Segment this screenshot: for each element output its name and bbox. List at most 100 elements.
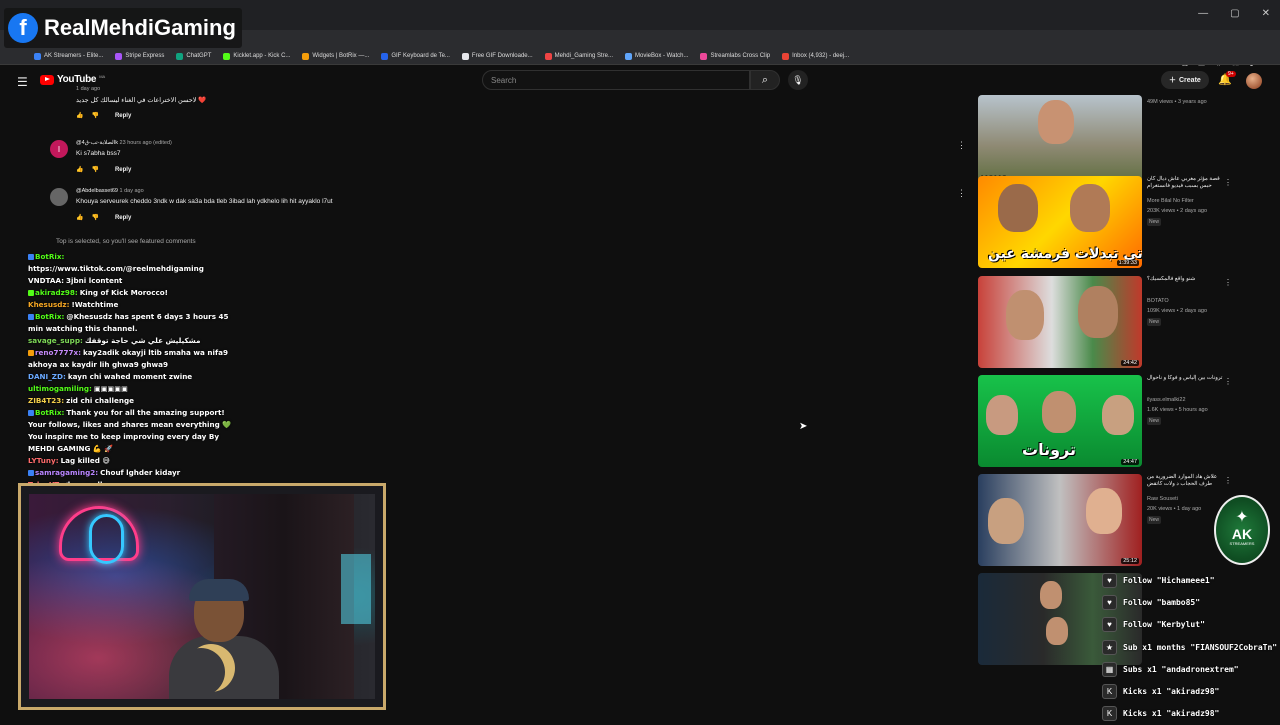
like-icon[interactable]: 👍 [76,214,83,221]
bookmark-item[interactable]: Kicklet.app - Kick C... [223,52,291,60]
more-options-icon[interactable]: ⋮ [1224,178,1232,187]
reply-button[interactable]: Reply [115,215,131,221]
chat-text: https://www.tiktok.com/@reelmehdigaming [28,264,204,273]
avatar[interactable]: I [50,140,68,158]
comment-author-name[interactable]: @الصلابة-تب-ق4k [76,140,118,146]
video-channel[interactable]: Raw Souseti [1147,496,1178,502]
video-title[interactable]: شنو واقع فالمكسيك؟ [1147,276,1227,283]
chat-username: DANI_ZD: [28,372,66,381]
chat-text: kayn chi wahed moment zwine [67,372,193,381]
bookmark-item[interactable]: AK Streamers - Elite... [34,52,103,60]
video-thumbnail[interactable]: 25:12 [978,474,1142,566]
bookmark-item[interactable]: Free GIF Downloade... [461,52,533,60]
video-thumbnail[interactable]: vevo3:14 [978,95,1142,187]
video-channel[interactable]: ilyass.elmalki22 [1147,397,1186,403]
facebook-icon: f [8,13,38,43]
more-options-icon[interactable]: ⋮ [1224,476,1232,485]
bookmark-favicon-icon [223,52,231,60]
video-title[interactable]: ترونات بين إلياس و فوكا و ناحوال [1147,375,1227,382]
chat-message: DANI_ZD: kayn chi wahed moment zwine [28,371,238,383]
voice-search-button[interactable]: 🎙 [788,70,808,90]
video-thumbnail[interactable]: 24:42 [978,276,1142,368]
alert-text: Kicks x1 "akiradz98" [1123,709,1220,719]
chat-message: akiradz98: King of Kick Morocco! [28,287,238,299]
reply-button[interactable]: Reply [115,113,131,119]
reply-button[interactable]: Reply [115,167,131,173]
alert-item: ▦ Subs x1 "andadronextrem" [1102,658,1280,680]
video-channel[interactable]: More Bilal No Filter [1147,198,1194,204]
chat-text: مشكيليش علي شي حاجة توقفك [84,336,201,345]
star-icon: ★ [1102,639,1117,655]
bookmark-item[interactable]: Inbox (4,932) - deej... [782,52,849,60]
chat-message: ultimogamiling: ▣▣▣▣▣ [28,383,238,395]
bookmark-label: GIF Keyboard de Te... [391,53,450,59]
chat-message: BotRix: [28,251,238,263]
chat-message: ZIB4T23: zid chi challenge [28,395,238,407]
more-options-icon[interactable]: ⋮ [957,188,966,199]
thumbnail-face [1042,391,1076,433]
more-options-icon[interactable]: ⋮ [1224,278,1232,287]
bookmark-item[interactable]: Mehdi_Gaming Stre... [544,52,613,60]
monitor-glow [341,554,371,624]
create-button[interactable]: ＋ Create [1161,71,1209,89]
chat-username: reno7777x: [35,348,81,357]
comment-time: 23 hours ago (edited) [118,140,172,146]
bookmark-label: Free GIF Downloade... [471,53,533,59]
avatar[interactable] [1246,73,1262,89]
chat-username: BotRix: [35,312,65,321]
chat-username: BotRix: [35,408,65,417]
thumbnail-face [998,184,1038,232]
create-label: Create [1179,76,1201,84]
menu-icon[interactable]: ☰ [17,75,28,89]
bookmark-label: Stripe Express [125,53,165,59]
alert-item: K Kicks x1 "akiradz98" [1102,680,1280,702]
bookmark-item[interactable]: Stripe Express [115,52,165,60]
like-icon[interactable]: 👍 [76,112,83,119]
alert-text: Sub x1 months "FIANSOUF2CobraTn" [1123,642,1278,652]
dislike-icon[interactable]: 👎 [91,214,98,221]
bookmark-item[interactable]: Widgets | BotRix —... [302,52,370,60]
bookmark-item[interactable]: Streamlabs Cross Clip [700,52,770,60]
comment-author-name[interactable]: @Abdelbasset69 [76,188,118,194]
bookmark-label: Kicklet.app - Kick C... [233,53,291,59]
avatar[interactable] [50,188,68,206]
bookmark-item[interactable]: GIF Keyboard de Te... [381,52,450,60]
bookmark-favicon-icon [176,52,184,60]
chat-badge-icon [28,290,34,296]
crescent-moon-icon [187,644,235,692]
search-button[interactable]: ⌕ [750,70,780,90]
chat-username: VNDTAA: [28,276,65,285]
chat-badge-icon [28,410,34,416]
chat-text: Lag killed 😅 [60,456,110,465]
comment-actions: 👍 👎 Reply [76,112,131,120]
video-channel[interactable]: BOTATO [1147,298,1169,304]
chat-text: ▣▣▣▣▣ [93,384,128,393]
youtube-logo[interactable]: YouTube MA [40,74,105,85]
maximize-icon[interactable]: ▢ [1230,8,1239,19]
bookmark-favicon-icon [461,52,469,60]
thumbnail-face [1046,617,1068,645]
video-thumbnail[interactable]: ترونات 24:47 [978,375,1142,467]
dislike-icon[interactable]: 👎 [91,112,98,119]
bookmark-label: Widgets | BotRix —... [312,53,370,59]
video-title[interactable]: قصة مؤثر مغربي عاش ديال كان حبس بسبب فيد… [1147,176,1227,190]
like-icon[interactable]: 👍 [76,166,83,173]
video-thumbnail[interactable]: حياتي تبدلات فرمشة عين1:39:33 [978,176,1142,268]
mouse-cursor-icon: ➤ [799,421,808,432]
minimize-icon[interactable]: — [1198,8,1208,19]
eagle-icon: ✦ [1235,509,1249,526]
video-title[interactable]: علاش هاد الموارد الضرورية من طرف الحجاب … [1147,474,1227,488]
thumbnail-face [988,498,1024,544]
bookmark-item[interactable]: MovieBox - Watch... [624,52,688,60]
bookmarks-bar: AK Streamers - Elite... Stripe Express Cha… [0,48,1280,65]
bookmark-favicon-icon [34,52,41,60]
chat-badge-icon [28,350,34,356]
dislike-icon[interactable]: 👎 [91,166,98,173]
bookmark-item[interactable]: ChatGPT [176,52,211,60]
close-icon[interactable]: ✕ [1262,8,1270,19]
more-options-icon[interactable]: ⋮ [1224,377,1232,386]
more-options-icon[interactable]: ⋮ [957,140,966,151]
thumbnail-face [1078,286,1118,338]
search-input[interactable]: Search [482,70,750,90]
streamer-overlay: f RealMehdiGaming [4,8,242,48]
